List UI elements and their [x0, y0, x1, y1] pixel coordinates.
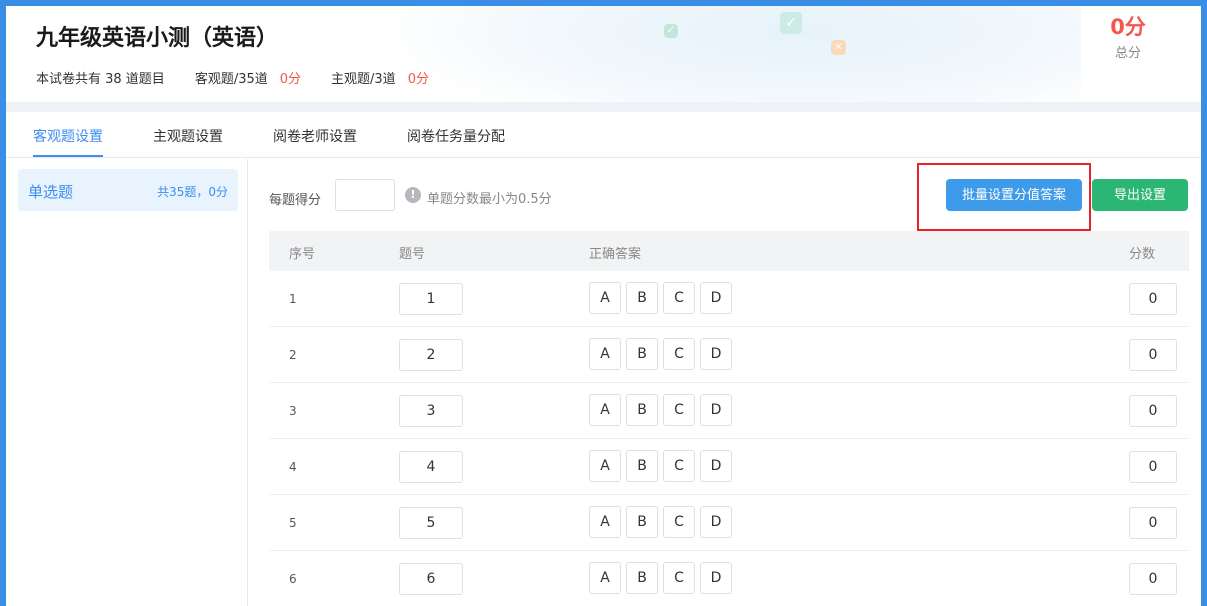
row-seq: 5	[289, 516, 297, 530]
score-field[interactable]: 0	[1129, 563, 1177, 595]
answer-option-a[interactable]: A	[589, 506, 621, 538]
export-settings-button[interactable]: 导出设置	[1092, 179, 1188, 211]
row-seq: 3	[289, 404, 297, 418]
close-icon: ✕	[831, 40, 846, 55]
answer-table: 序号 题号 正确答案 分数 11ABCD022ABCD033ABCD044ABC…	[269, 231, 1189, 606]
table-header: 序号 题号 正确答案 分数	[269, 231, 1189, 271]
answer-option-d[interactable]: D	[700, 562, 732, 594]
tab-task-allocation[interactable]: 阅卷任务量分配	[407, 126, 505, 146]
answer-option-c[interactable]: C	[663, 450, 695, 482]
column-header-seq: 序号	[289, 247, 316, 262]
exam-header: ✓ ✓ ✕ 九年级英语小测（英语） 本试卷共有 38 道题目 客观题/35道 0…	[6, 6, 1201, 102]
table-row: 5 5 ABCD 0	[269, 495, 1189, 551]
table-row: 3 3 ABCD 0	[269, 383, 1189, 439]
score-field[interactable]: 0	[1129, 283, 1177, 315]
sidebar-item-count: 共35题，0分	[157, 185, 228, 199]
exam-title: 九年级英语小测（英语）	[36, 26, 279, 51]
answer-option-b[interactable]: B	[626, 338, 658, 370]
objective-label: 客观题/35道	[194, 72, 268, 87]
answer-option-a[interactable]: A	[589, 450, 621, 482]
settings-card: 客观题设置 主观题设置 阅卷老师设置 阅卷任务量分配 单选题 共35题，0分 每…	[6, 112, 1201, 606]
table-row: 4 4 ABCD 0	[269, 439, 1189, 495]
subjective-label: 主观题/3道	[331, 72, 396, 87]
row-seq: 6	[289, 572, 297, 586]
answer-option-c[interactable]: C	[663, 562, 695, 594]
active-tab-indicator	[33, 155, 103, 157]
answer-option-a[interactable]: A	[589, 338, 621, 370]
batch-set-score-button[interactable]: 批量设置分值答案	[946, 179, 1082, 211]
question-number-field[interactable]: 2	[399, 339, 463, 371]
sidebar-item-label: 单选题	[28, 183, 74, 201]
table-row: 6 6 ABCD 0	[269, 551, 1189, 606]
total-score: 0分 总分	[1101, 14, 1155, 61]
score-field[interactable]: 0	[1129, 339, 1177, 371]
tab-subjective-settings[interactable]: 主观题设置	[153, 126, 223, 146]
answer-option-a[interactable]: A	[589, 394, 621, 426]
score-field[interactable]: 0	[1129, 507, 1177, 539]
tab-bar: 客观题设置 主观题设置 阅卷老师设置 阅卷任务量分配	[6, 112, 1201, 158]
exam-meta: 本试卷共有 38 道题目 客观题/35道 0分 主观题/3道 0分	[36, 68, 429, 87]
score-field[interactable]: 0	[1129, 451, 1177, 483]
per-score-input[interactable]	[335, 179, 395, 211]
table-row: 2 2 ABCD 0	[269, 327, 1189, 383]
answer-option-d[interactable]: D	[700, 450, 732, 482]
answer-option-a[interactable]: A	[589, 282, 621, 314]
answer-option-c[interactable]: C	[663, 506, 695, 538]
tab-objective-settings[interactable]: 客观题设置	[33, 126, 103, 146]
column-header-question-no: 题号	[399, 247, 426, 262]
answer-option-d[interactable]: D	[700, 338, 732, 370]
row-seq: 4	[289, 460, 297, 474]
question-number-field[interactable]: 6	[399, 563, 463, 595]
header-decoration	[381, 6, 1081, 102]
subjective-score: 0分	[407, 72, 429, 87]
column-header-correct-answer: 正确答案	[589, 247, 642, 262]
min-score-hint: 单题分数最小为0.5分	[427, 192, 552, 207]
total-score-value: 0分	[1110, 15, 1146, 39]
objective-settings-panel: 每题得分 ! 单题分数最小为0.5分 批量设置分值答案 导出设置 序号 题号 正…	[249, 159, 1201, 606]
answer-option-d[interactable]: D	[700, 394, 732, 426]
question-type-sidebar: 单选题 共35题，0分	[6, 159, 248, 606]
answer-option-b[interactable]: B	[626, 394, 658, 426]
total-questions-label: 本试卷共有 38 道题目	[36, 72, 165, 87]
answer-option-b[interactable]: B	[626, 562, 658, 594]
answer-option-a[interactable]: A	[589, 562, 621, 594]
answer-option-c[interactable]: C	[663, 282, 695, 314]
answer-option-d[interactable]: D	[700, 506, 732, 538]
row-seq: 1	[289, 292, 297, 306]
score-field[interactable]: 0	[1129, 395, 1177, 427]
answer-option-b[interactable]: B	[626, 506, 658, 538]
info-circle-icon: !	[405, 187, 421, 203]
sidebar-item-single-choice[interactable]: 单选题 共35题，0分	[18, 169, 238, 211]
question-number-field[interactable]: 1	[399, 283, 463, 315]
row-seq: 2	[289, 348, 297, 362]
app-frame: ✓ ✓ ✕ 九年级英语小测（英语） 本试卷共有 38 道题目 客观题/35道 0…	[6, 6, 1201, 606]
per-score-label: 每题得分	[269, 193, 322, 208]
answer-option-d[interactable]: D	[700, 282, 732, 314]
total-score-label: 总分	[1114, 46, 1141, 61]
check-icon: ✓	[664, 24, 678, 38]
check-icon: ✓	[780, 12, 802, 34]
answer-option-c[interactable]: C	[663, 338, 695, 370]
answer-option-b[interactable]: B	[626, 450, 658, 482]
objective-score: 0分	[279, 72, 302, 87]
answer-option-b[interactable]: B	[626, 282, 658, 314]
tab-grader-settings[interactable]: 阅卷老师设置	[273, 126, 357, 146]
question-number-field[interactable]: 5	[399, 507, 463, 539]
column-header-score: 分数	[1129, 247, 1156, 262]
table-row: 1 1 ABCD 0	[269, 271, 1189, 327]
question-number-field[interactable]: 4	[399, 451, 463, 483]
question-number-field[interactable]: 3	[399, 395, 463, 427]
table-body: 11ABCD022ABCD033ABCD044ABCD055ABCD066ABC…	[269, 271, 1189, 606]
answer-option-c[interactable]: C	[663, 394, 695, 426]
